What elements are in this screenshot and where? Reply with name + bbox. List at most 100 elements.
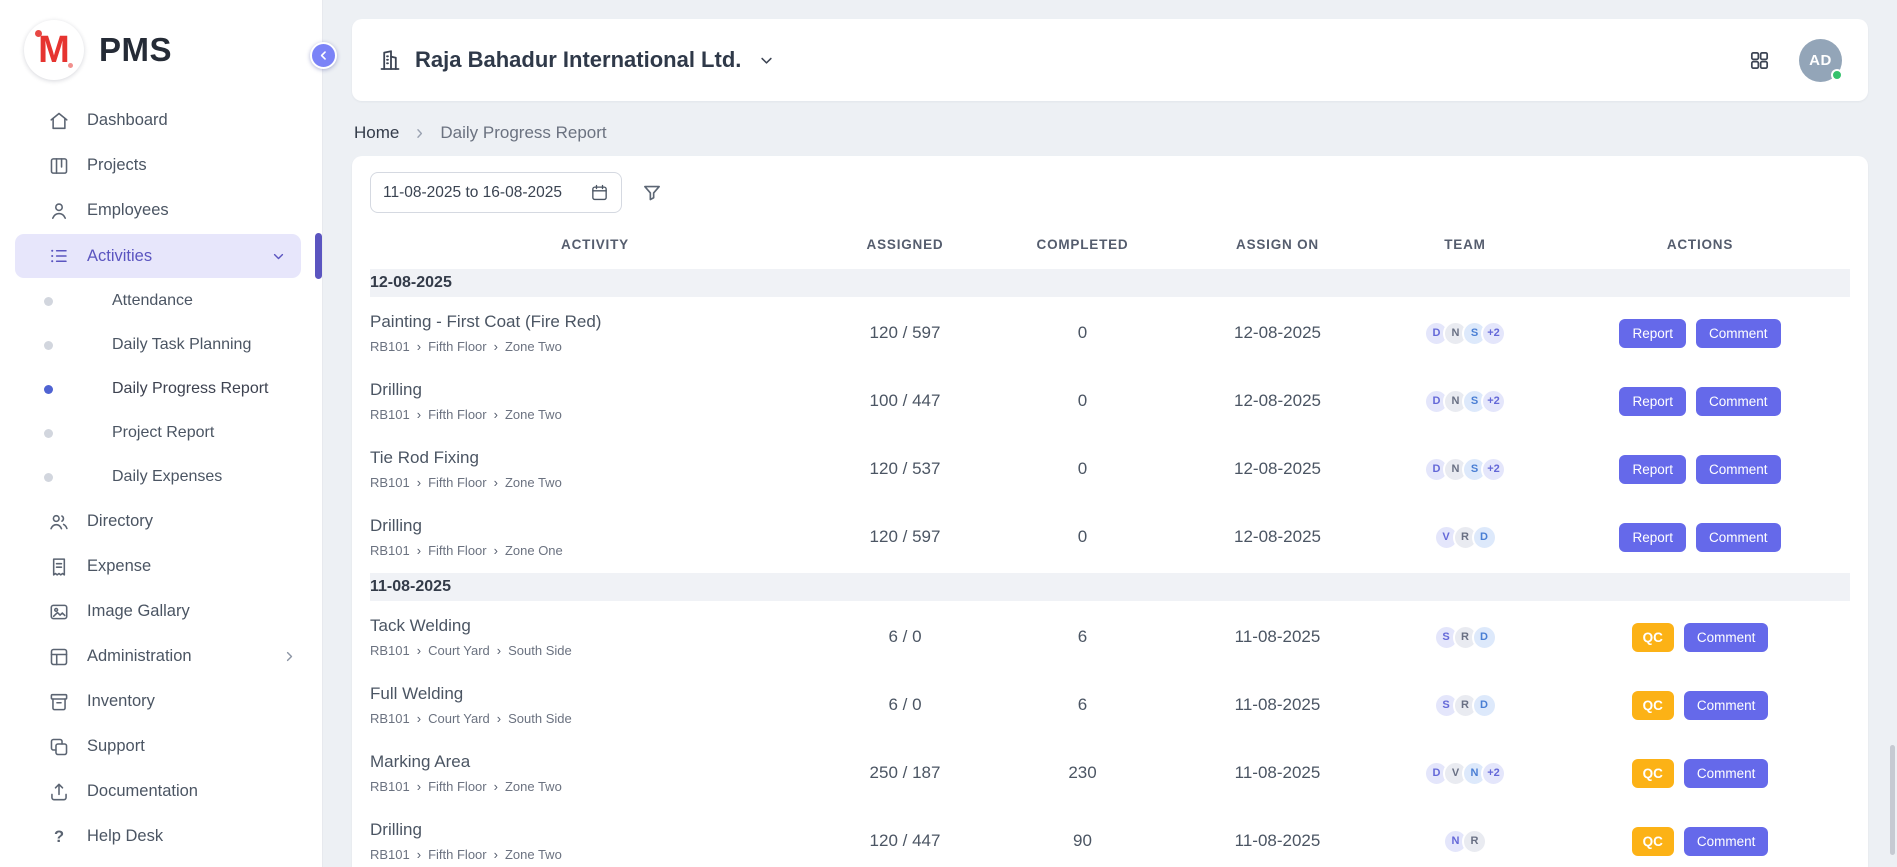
location-segment: RB101 (370, 711, 410, 726)
chevron-down-icon (270, 248, 287, 265)
qc-button[interactable]: QC (1632, 827, 1674, 856)
sidebar-item-expense[interactable]: Expense (0, 544, 322, 589)
table-row: Painting - First Coat (Fire Red)RB101›Fi… (370, 299, 1850, 367)
filter-row: 11-08-2025 to 16-08-2025 (370, 172, 1850, 213)
sidebar-collapse-button[interactable] (310, 42, 337, 69)
table-row: Tack WeldingRB101›Court Yard›South Side6… (370, 603, 1850, 671)
gallery-icon (48, 601, 70, 623)
qc-button[interactable]: QC (1632, 623, 1674, 652)
comment-button[interactable]: Comment (1696, 387, 1781, 416)
team-avatars: SRD (1380, 625, 1550, 650)
location-segment: RB101 (370, 779, 410, 794)
topbar: Raja Bahadur International Ltd. AD (352, 19, 1868, 101)
team-extra-badge: +2 (1481, 321, 1506, 346)
team-avatars: DNS+2 (1380, 389, 1550, 414)
column-header-assigned: ASSIGNED (820, 237, 990, 252)
team-avatars: VRD (1380, 525, 1550, 550)
support-icon (48, 736, 70, 758)
sidebar-subitem-attendance[interactable]: Attendance (0, 279, 322, 323)
row-actions: QC Comment (1550, 759, 1850, 788)
column-header-activity: ACTIVITY (370, 237, 820, 252)
sidebar-item-inventory[interactable]: Inventory (0, 679, 322, 724)
team-extra-badge: +2 (1481, 389, 1506, 414)
user-avatar[interactable]: AD (1799, 39, 1842, 82)
column-header-completed: COMPLETED (990, 237, 1175, 252)
comment-button[interactable]: Comment (1684, 691, 1769, 720)
filter-icon[interactable] (641, 182, 663, 204)
row-actions: Report Comment (1550, 319, 1850, 348)
date-range-picker[interactable]: 11-08-2025 to 16-08-2025 (370, 172, 622, 213)
row-actions: Report Comment (1550, 523, 1850, 552)
location-segment: Zone Two (505, 475, 562, 490)
report-button[interactable]: Report (1619, 455, 1686, 484)
company-selector[interactable]: Raja Bahadur International Ltd. (378, 47, 776, 73)
chevron-right-icon: › (494, 848, 498, 861)
team-extra-badge: +2 (1481, 761, 1506, 786)
activity-name: Tie Rod Fixing (370, 448, 820, 468)
apps-grid-icon[interactable] (1748, 49, 1771, 72)
activity-location: RB101›Fifth Floor›Zone Two (370, 847, 820, 862)
report-button[interactable]: Report (1619, 523, 1686, 552)
sidebar-item-activities[interactable]: Activities (15, 234, 301, 278)
team-avatar: D (1472, 525, 1497, 550)
report-button[interactable]: Report (1619, 319, 1686, 348)
comment-button[interactable]: Comment (1684, 759, 1769, 788)
completed-value: 90 (990, 831, 1175, 851)
row-actions: QC Comment (1550, 623, 1850, 652)
assign-on-value: 11-08-2025 (1175, 627, 1380, 647)
chevron-right-icon: › (417, 848, 421, 861)
chevron-right-icon: › (494, 780, 498, 793)
breadcrumb-home[interactable]: Home (354, 123, 399, 143)
sidebar-item-documentation[interactable]: Documentation (0, 769, 322, 814)
comment-button[interactable]: Comment (1684, 827, 1769, 856)
sidebar-subitem-daily-progress-report[interactable]: Daily Progress Report (0, 367, 322, 411)
comment-button[interactable]: Comment (1684, 623, 1769, 652)
projects-icon (48, 155, 70, 177)
sidebar-item-label: Help Desk (87, 827, 163, 846)
sidebar-subitem-label: Daily Task Planning (112, 336, 251, 354)
completed-value: 0 (990, 527, 1175, 547)
table-row: Marking AreaRB101›Fifth Floor›Zone Two25… (370, 739, 1850, 807)
sidebar-subitem-daily-expenses[interactable]: Daily Expenses (0, 455, 322, 499)
sidebar-item-help-desk[interactable]: ?Help Desk (0, 814, 322, 859)
sidebar-item-directory[interactable]: Directory (0, 499, 322, 544)
assigned-value: 100 / 447 (820, 391, 990, 411)
scrollbar[interactable] (1890, 745, 1895, 855)
location-segment: Zone One (505, 543, 563, 558)
chevron-right-icon: › (417, 340, 421, 353)
sidebar-item-employees[interactable]: Employees (0, 188, 322, 233)
sidebar-subitem-daily-task-planning[interactable]: Daily Task Planning (0, 323, 322, 367)
sidebar: M PMS DashboardProjectsEmployeesActiviti… (0, 0, 323, 867)
table-row: DrillingRB101›Fifth Floor›Zone One120 / … (370, 503, 1850, 571)
sidebar-item-label: Inventory (87, 692, 155, 711)
assign-on-value: 12-08-2025 (1175, 391, 1380, 411)
comment-button[interactable]: Comment (1696, 319, 1781, 348)
sidebar-item-projects[interactable]: Projects (0, 143, 322, 188)
sidebar-item-label: Activities (87, 247, 152, 266)
report-button[interactable]: Report (1619, 387, 1686, 416)
sidebar-item-label: Administration (87, 647, 192, 666)
sidebar-item-administration[interactable]: Administration (0, 634, 322, 679)
team-avatars: DNS+2 (1380, 321, 1550, 346)
chevron-right-icon: › (497, 644, 501, 657)
sidebar-item-support[interactable]: Support (0, 724, 322, 769)
topbar-right: AD (1748, 39, 1842, 82)
location-segment: RB101 (370, 847, 410, 862)
assigned-value: 250 / 187 (820, 763, 990, 783)
qc-button[interactable]: QC (1632, 691, 1674, 720)
team-avatar: R (1462, 829, 1487, 854)
main-content: Raja Bahadur International Ltd. AD Home … (323, 0, 1897, 867)
qc-button[interactable]: QC (1632, 759, 1674, 788)
location-segment: Fifth Floor (428, 475, 487, 490)
table-row: DrillingRB101›Fifth Floor›Zone Two120 / … (370, 807, 1850, 867)
location-segment: Fifth Floor (428, 407, 487, 422)
comment-button[interactable]: Comment (1696, 523, 1781, 552)
sidebar-item-image-gallary[interactable]: Image Gallary (0, 589, 322, 634)
assign-on-value: 12-08-2025 (1175, 323, 1380, 343)
sidebar-subitem-project-report[interactable]: Project Report (0, 411, 322, 455)
sidebar-item-dashboard[interactable]: Dashboard (0, 98, 322, 143)
activity-cell: DrillingRB101›Fifth Floor›Zone Two (370, 820, 820, 862)
comment-button[interactable]: Comment (1696, 455, 1781, 484)
row-actions: Report Comment (1550, 387, 1850, 416)
assign-on-value: 12-08-2025 (1175, 527, 1380, 547)
